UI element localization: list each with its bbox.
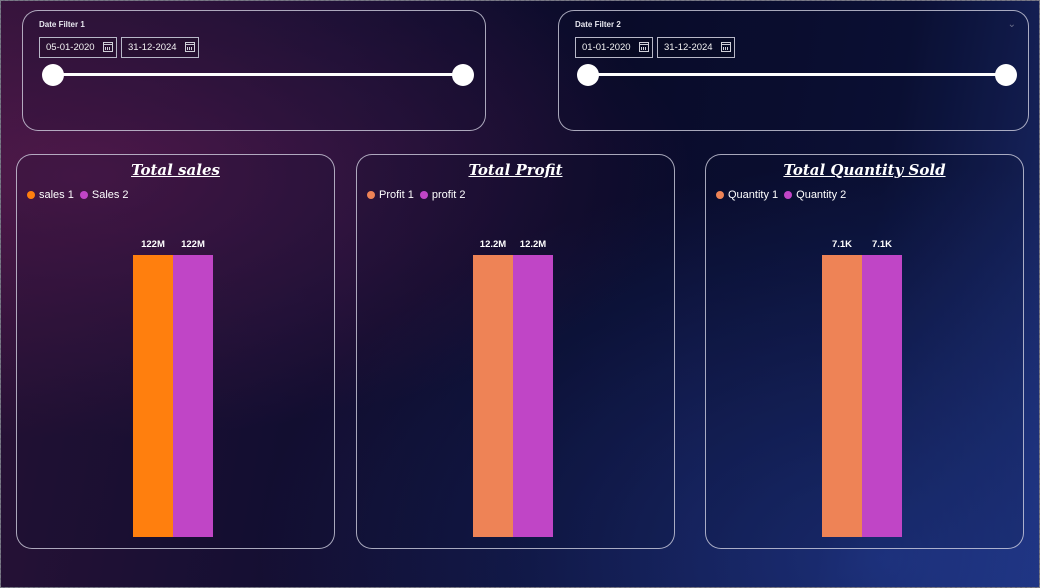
date-filter-2-slider-track[interactable] [589, 73, 1006, 76]
data-label: 122M [141, 239, 165, 250]
bar[interactable] [133, 255, 173, 537]
legend-item[interactable]: Profit 1 [367, 189, 414, 201]
legend-item[interactable]: Quantity 2 [784, 189, 846, 201]
date-filter-1-start-handle[interactable] [42, 64, 64, 86]
chart-title: Total sales [131, 161, 220, 179]
legend-label: sales 1 [39, 189, 74, 201]
data-label: 7.1K [871, 239, 893, 250]
bar[interactable] [173, 255, 213, 537]
data-label: 12.2M [519, 239, 547, 250]
legend-dot [784, 191, 793, 199]
date-filter-2-start-value: 01-01-2020 [582, 42, 631, 53]
legend-dot [367, 191, 375, 199]
date-filter-2-end-value: 31-12-2024 [664, 42, 713, 53]
legend-label: profit 2 [431, 189, 466, 201]
total-profit-chart-card: Total Profit Profit 1 profit 2 12.2M 12.2… [356, 154, 675, 549]
legend-label: Sales 2 [91, 189, 129, 201]
bar-plot-area: 7.1K 7.1K [822, 235, 902, 537]
data-label: 122M [181, 239, 205, 250]
calendar-icon[interactable] [103, 42, 113, 52]
legend-label: Quantity 1 [728, 189, 779, 201]
chart-legend: Profit 1 profit 2 [367, 189, 466, 201]
bar-plot-area: 122M 122M [133, 235, 213, 537]
bar[interactable] [862, 255, 902, 537]
date-filter-1-end-handle[interactable] [452, 64, 474, 86]
date-filter-2-title: Date Filter 2 [575, 20, 621, 29]
legend-item[interactable]: sales 1 [27, 189, 74, 201]
chart-title: Total Quantity Sold [783, 161, 946, 179]
date-filter-1-start-value: 05-01-2020 [46, 42, 95, 53]
chart-legend: Quantity 1 Quantity 2 [716, 189, 846, 201]
calendar-icon[interactable] [185, 42, 195, 52]
calendar-icon[interactable] [639, 42, 649, 52]
date-filter-1-start-input[interactable]: 05-01-2020 [39, 37, 117, 58]
bar-plot-area: 12.2M 12.2M [473, 235, 553, 537]
legend-label: Profit 1 [379, 189, 414, 201]
bar[interactable] [473, 255, 513, 537]
legend-label: Quantity 2 [796, 189, 847, 201]
legend-dot [716, 191, 724, 199]
date-filter-1-end-input[interactable]: 31-12-2024 [121, 37, 199, 58]
date-filter-2-end-input[interactable]: 31-12-2024 [657, 37, 735, 58]
chevron-down-icon[interactable]: ⌄ [1008, 19, 1016, 30]
date-filter-1-end-value: 31-12-2024 [128, 42, 177, 53]
legend-dot [79, 191, 88, 199]
chart-legend: sales 1 Sales 2 [27, 189, 129, 201]
data-label: 7.1K [831, 239, 853, 250]
date-filter-1-slider-track[interactable] [53, 73, 463, 76]
bar[interactable] [513, 255, 553, 537]
data-label: 12.2M [479, 239, 507, 250]
legend-dot [27, 191, 35, 199]
chart-title: Total Profit [468, 161, 563, 179]
total-sales-chart-card: Total sales sales 1 Sales 2 122M 122M [16, 154, 335, 549]
date-filter-1-title: Date Filter 1 [39, 20, 85, 29]
date-filter-2-card: Date Filter 2 ⌄ 01-01-2020 31-12-2024 [558, 10, 1029, 131]
total-quantity-chart-card: Total Quantity Sold Quantity 1 Quantity … [705, 154, 1024, 549]
date-filter-2-start-handle[interactable] [577, 64, 599, 86]
date-filter-1-card: Date Filter 1 05-01-2020 31-12-2024 [22, 10, 486, 131]
legend-item[interactable]: profit 2 [419, 189, 466, 201]
legend-item[interactable]: Sales 2 [79, 189, 129, 201]
bar[interactable] [822, 255, 862, 537]
calendar-icon[interactable] [721, 42, 731, 52]
date-filter-2-end-handle[interactable] [995, 64, 1017, 86]
legend-item[interactable]: Quantity 1 [716, 189, 778, 201]
date-filter-2-start-input[interactable]: 01-01-2020 [575, 37, 653, 58]
legend-dot [419, 191, 428, 199]
